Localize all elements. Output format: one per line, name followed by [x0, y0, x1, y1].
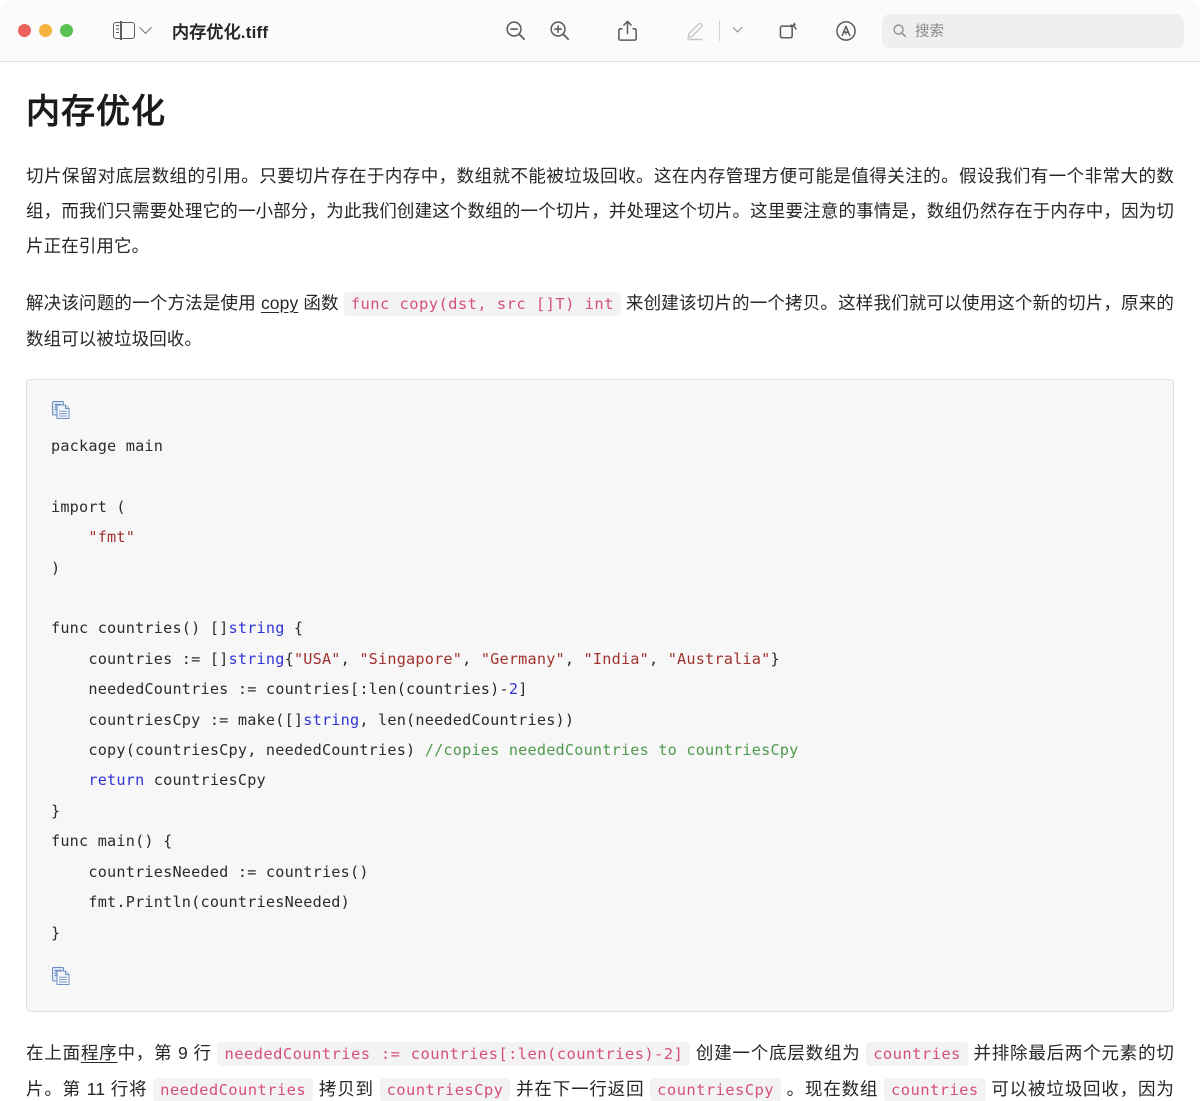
text-segment: 函数: [298, 293, 344, 313]
copy-icon: [52, 966, 70, 985]
code-line-10: countriesCpy := make([]string, len(neede…: [51, 710, 575, 729]
inline-code-countries-1: countries: [866, 1041, 968, 1066]
close-window-button[interactable]: [18, 24, 31, 37]
paragraph-copy-func: 解决该问题的一个方法是使用 copy 函数 func copy(dst, src…: [26, 286, 1174, 357]
code-line-11: copy(countriesCpy, neededCountries) //co…: [51, 741, 799, 760]
text-segment: 解决该问题的一个方法是使用: [26, 293, 261, 313]
text-segment: 拷贝到: [313, 1078, 380, 1099]
code-content[interactable]: package main import ( "fmt" ) func count…: [41, 431, 1159, 948]
window-titlebar: 内存优化.tiff 搜索: [0, 0, 1200, 62]
paragraph-explanation: 在上面程序中，第 9 行 neededCountries := countrie…: [26, 1036, 1174, 1101]
code-line-7: func countries() []string {: [51, 619, 304, 638]
code-line-1: package main: [51, 437, 164, 455]
code-line-9: neededCountries := countries[:len(countr…: [51, 680, 528, 699]
code-line-12: return countriesCpy: [88, 771, 266, 790]
markup-options-button[interactable]: [722, 11, 752, 51]
toolbar-actions: 搜索: [493, 11, 1184, 51]
search-field[interactable]: 搜索: [882, 13, 1184, 48]
copy-function-link[interactable]: copy: [261, 293, 298, 313]
traffic-lights: [18, 24, 73, 37]
sidebar-icon[interactable]: [113, 21, 135, 40]
copy-icon: [52, 401, 70, 419]
code-block: package main import ( "fmt" ) func count…: [26, 379, 1174, 1012]
paragraph-intro: 切片保留对底层数组的引用。只要切片存在于内存中，数组就不能被垃圾回收。这在内存管…: [26, 166, 1174, 256]
copy-code-bottom-button[interactable]: [51, 966, 1159, 991]
sidebar-toggle-group[interactable]: [113, 21, 152, 40]
code-line-4: "fmt": [88, 528, 136, 547]
text-segment: 可以被垃圾回收，因为: [985, 1078, 1174, 1099]
inline-code-copy-signature: func copy(dst, src []T) int: [343, 292, 621, 316]
page-title: 内存优化: [26, 93, 166, 131]
code-line-15: countriesNeeded := countries(): [51, 862, 369, 881]
code-line-3: import (: [51, 497, 126, 516]
pen-markup-icon: [686, 22, 703, 41]
text-segment: 创建一个底层数组为: [690, 1042, 867, 1063]
code-line-14: func main() {: [51, 832, 173, 851]
preview-window: 内存优化.tiff 搜索 内存优化 切片保留对底层数组的引用。只要切片存在于内存…: [0, 0, 1200, 1101]
document-content: 内存优化 切片保留对底层数组的引用。只要切片存在于内存中，数组就不能被垃圾回收。…: [0, 84, 1200, 1101]
zoom-in-icon: [549, 21, 569, 40]
inline-code-countries-cpy-2: countriesCpy: [650, 1077, 781, 1101]
minimize-window-button[interactable]: [39, 24, 52, 37]
text-segment: 中，第 9 行: [117, 1042, 218, 1063]
text-segment: 并在下一行返回: [510, 1078, 651, 1099]
program-link[interactable]: 程序: [81, 1043, 118, 1063]
share-button[interactable]: [605, 11, 649, 51]
inline-code-countries-2: countries: [884, 1077, 986, 1101]
text-segment: 。现在数组: [780, 1078, 885, 1099]
code-line-5: ): [51, 558, 61, 577]
toolbar-divider: [719, 20, 720, 41]
zoom-out-button[interactable]: [493, 11, 537, 51]
code-line-13: }: [51, 801, 61, 820]
zoom-in-button[interactable]: [537, 11, 581, 51]
chevron-down-icon: [732, 22, 742, 33]
code-line-8: countries := []string{"USA", "Singapore"…: [51, 649, 780, 668]
maximize-window-button[interactable]: [60, 24, 73, 37]
rotate-button[interactable]: [766, 11, 810, 51]
document-title: 内存优化.tiff: [172, 23, 269, 42]
annotate-button[interactable]: [824, 11, 868, 51]
share-icon: [617, 20, 637, 41]
inline-code-countries-cpy-1: countriesCpy: [379, 1077, 511, 1101]
zoom-out-icon: [505, 21, 525, 40]
text-segment: 在上面: [26, 1042, 81, 1063]
search-placeholder: 搜索: [915, 24, 944, 40]
inline-code-needed-countries-1: neededCountries: [153, 1077, 314, 1101]
code-line-17: }: [51, 923, 61, 942]
search-icon: [893, 24, 907, 38]
code-line-16: fmt.Println(countriesNeeded): [51, 893, 350, 912]
markup-button[interactable]: [673, 11, 717, 51]
chevron-down-icon[interactable]: [139, 21, 152, 35]
rotate-icon: [779, 22, 797, 39]
annotate-circle-a-icon: [836, 20, 856, 41]
inline-code-needed-countries-slice: neededCountries := countries[:len(countr…: [217, 1041, 691, 1066]
copy-code-top-button[interactable]: [51, 400, 1159, 425]
